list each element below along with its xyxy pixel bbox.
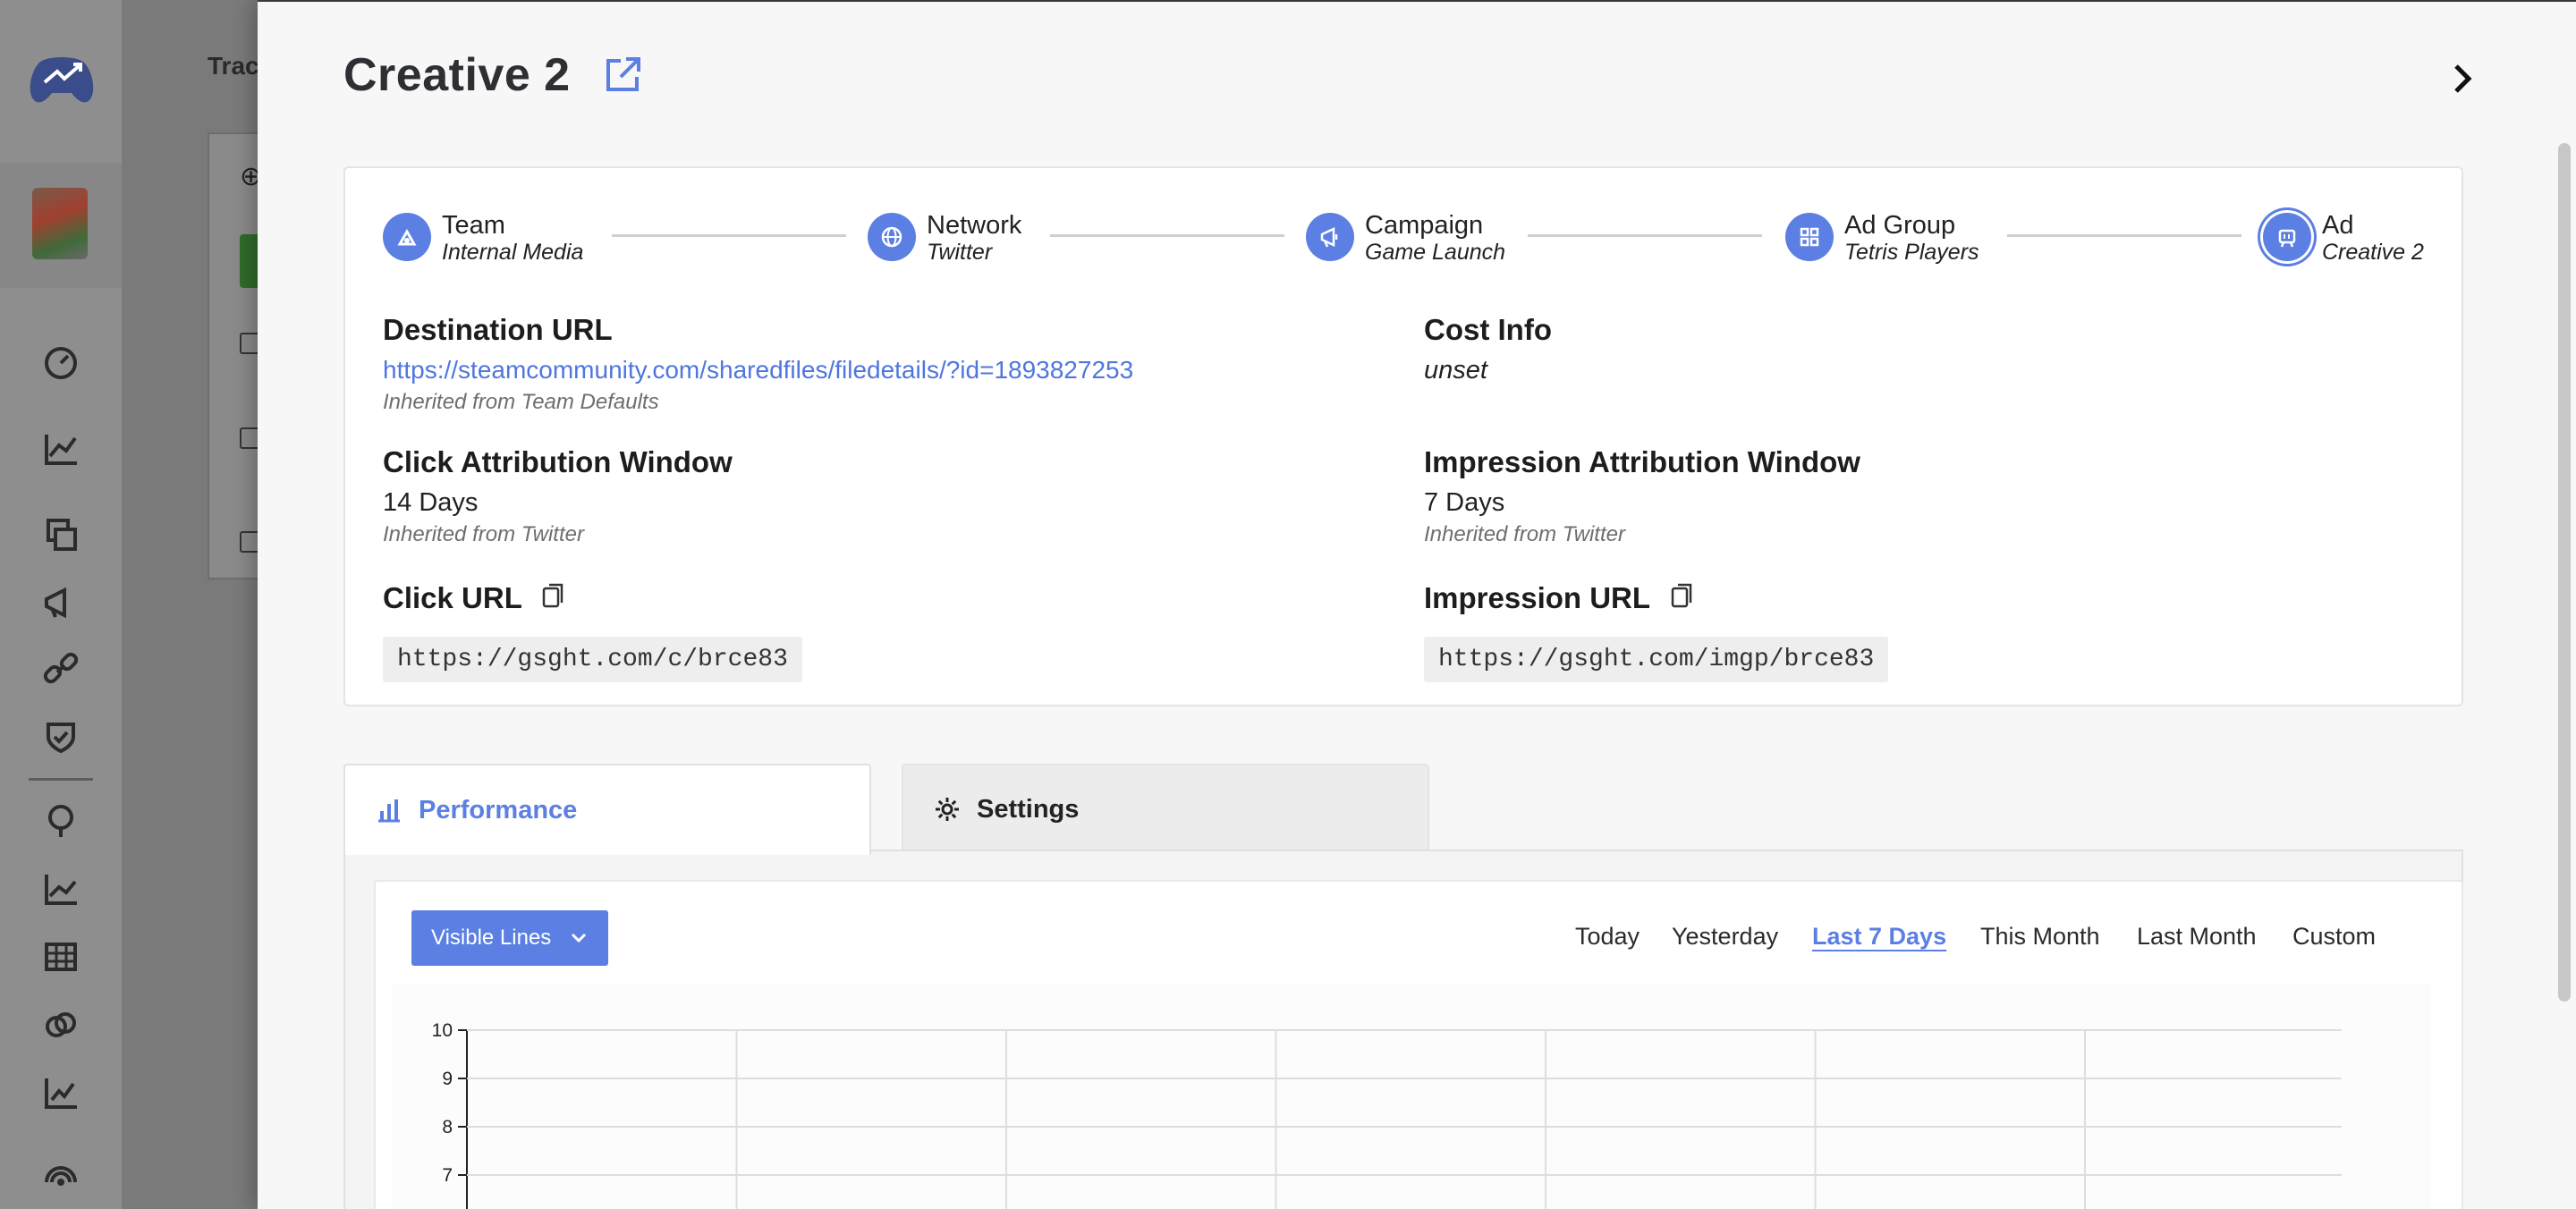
creative-info-card: Team Internal Media Network Twitter Camp… (343, 166, 2463, 706)
performance-chart: 10 9 8 7 (392, 984, 2431, 1209)
field-title: Click URL (383, 581, 522, 614)
megaphone-icon[interactable] (41, 583, 80, 622)
range-last-7-days[interactable]: Last 7 Days (1812, 923, 1946, 951)
y-tick-label: 9 (442, 1069, 453, 1089)
tab-label: Performance (419, 795, 578, 824)
shield-icon[interactable] (41, 717, 80, 757)
app-sidebar (0, 0, 122, 1209)
breadcrumb-label: Ad Group (1844, 211, 1956, 240)
breadcrumb-label: Team (442, 211, 505, 240)
grid-icon (1785, 213, 1834, 261)
cost-info-field: Cost Info unset (1424, 311, 1552, 388)
field-title: Destination URL (383, 313, 613, 346)
megaphone-icon (1306, 213, 1354, 261)
line-chart-icon[interactable] (41, 869, 80, 909)
field-note: Inherited from Twitter (383, 522, 584, 546)
breadcrumb-value: Internal Media (442, 240, 584, 265)
field-title: Impression Attribution Window (1424, 445, 1860, 478)
tab-settings[interactable]: Settings (902, 764, 1429, 853)
range-last-month[interactable]: Last Month (2137, 923, 2257, 951)
external-link-icon[interactable] (603, 55, 642, 95)
trend-icon[interactable] (41, 1073, 80, 1112)
field-value: 7 Days (1424, 488, 1505, 517)
chevron-down-icon (572, 933, 587, 943)
field-title: Impression URL (1424, 581, 1651, 614)
podcast-icon[interactable] (41, 801, 80, 841)
chart-svg: 10 9 8 7 (432, 1020, 2342, 1209)
nav-divider (29, 778, 93, 781)
field-title: Cost Info (1424, 313, 1552, 346)
field-title: Click Attribution Window (383, 445, 733, 478)
copy-icon[interactable] (1671, 583, 1694, 610)
click-url-code[interactable]: https://gsght.com/c/brce83 (383, 637, 802, 682)
copy-icon[interactable] (542, 583, 565, 610)
drawer-title: Creative 2 (343, 49, 571, 101)
y-tick-label: 8 (442, 1117, 453, 1137)
game-avatar[interactable] (32, 188, 88, 259)
visible-lines-label: Visible Lines (431, 926, 552, 950)
globe-icon (868, 213, 916, 261)
table-icon[interactable] (41, 937, 80, 976)
breadcrumb-label: Ad (2322, 211, 2354, 240)
y-tick-label: 10 (432, 1020, 453, 1041)
copy-pages-icon[interactable] (41, 515, 80, 554)
breadcrumb-value: Twitter (927, 240, 993, 265)
impression-window-field: Impression Attribution Window 7 Days Inh… (1424, 444, 1860, 549)
broadcast-icon[interactable] (41, 1154, 80, 1193)
y-tick-label: 7 (442, 1165, 453, 1186)
breadcrumb-label: Campaign (1365, 211, 1484, 240)
ad-icon (2263, 213, 2311, 261)
analytics-icon[interactable] (41, 429, 80, 469)
tab-label: Settings (977, 794, 1080, 824)
field-note: Inherited from Team Defaults (383, 390, 659, 414)
destination-url-link[interactable]: https://steamcommunity.com/sharedfiles/f… (383, 352, 1133, 388)
range-custom[interactable]: Custom (2292, 923, 2376, 951)
chain-icon[interactable] (41, 1005, 80, 1044)
gear-icon (934, 796, 961, 823)
game-avatar-container[interactable] (0, 163, 122, 288)
breadcrumb-connector (1050, 234, 1284, 237)
destination-url-field: Destination URL https://steamcommunity.c… (383, 311, 1133, 417)
breadcrumb-connector (2007, 234, 2241, 237)
field-value: unset (1424, 356, 1487, 385)
range-today[interactable]: Today (1575, 923, 1640, 951)
impression-url-code[interactable]: https://gsght.com/imgp/brce83 (1424, 637, 1889, 682)
close-drawer-chevron-icon[interactable] (2447, 61, 2478, 97)
gamepad-logo-icon[interactable] (27, 50, 97, 109)
click-url-field: Click URL https://gsght.com/c/brce83 (383, 579, 802, 682)
link-icon[interactable] (41, 649, 80, 689)
scrollbar-thumb[interactable] (2558, 143, 2571, 1002)
click-window-field: Click Attribution Window 14 Days Inherit… (383, 444, 733, 549)
team-icon (383, 213, 431, 261)
tab-performance[interactable]: Performance (343, 764, 871, 855)
field-value: 14 Days (383, 488, 479, 517)
field-note: Inherited from Twitter (1424, 522, 1625, 546)
background-page-title: Trac (208, 52, 259, 80)
breadcrumb-connector (1528, 234, 1762, 237)
breadcrumb-value: Creative 2 (2322, 240, 2424, 265)
breadcrumb-value: Game Launch (1365, 240, 1506, 265)
breadcrumb-value: Tetris Players (1844, 240, 1979, 265)
breadcrumb-connector (612, 234, 846, 237)
dashboard-icon[interactable] (41, 342, 80, 381)
impression-url-field: Impression URL https://gsght.com/imgp/br… (1424, 579, 1889, 682)
range-this-month[interactable]: This Month (1980, 923, 2100, 951)
range-yesterday[interactable]: Yesterday (1672, 923, 1778, 951)
visible-lines-dropdown[interactable]: Visible Lines (411, 910, 608, 966)
breadcrumb-label: Network (927, 211, 1022, 240)
bar-chart-icon (376, 797, 402, 824)
